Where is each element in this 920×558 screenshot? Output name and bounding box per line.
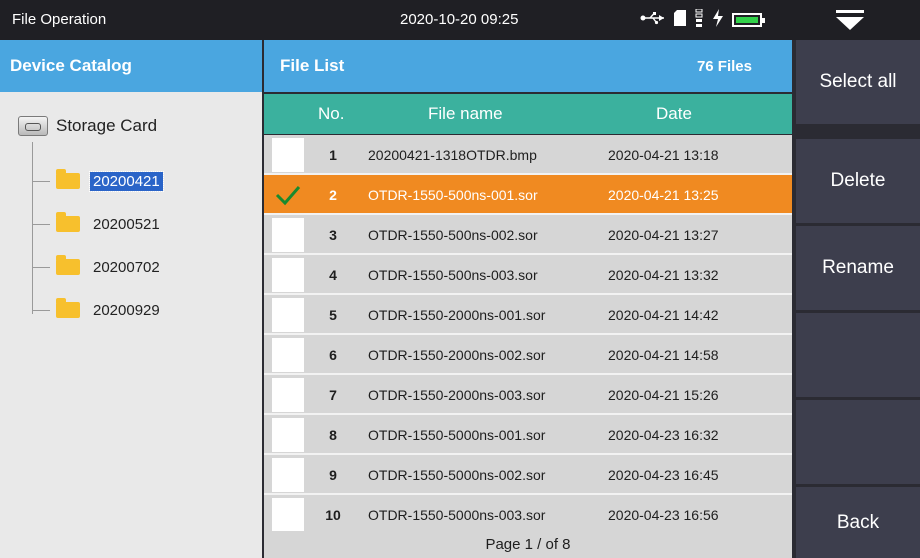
table-row[interactable]: 10 OTDR-1550-5000ns-003.sor 2020-04-23 16:… — [264, 495, 792, 535]
row-date: 2020-04-23 16:56 — [608, 507, 719, 523]
row-date: 2020-04-23 16:32 — [608, 427, 719, 443]
row-checkbox[interactable] — [272, 338, 304, 372]
rename-button[interactable]: Rename — [796, 226, 920, 310]
folder-icon — [56, 255, 80, 275]
row-number: 10 — [325, 507, 341, 523]
row-file-name: OTDR-1550-2000ns-003.sor — [368, 387, 546, 403]
row-checkbox[interactable] — [272, 458, 304, 492]
device-catalog-header: Device Catalog — [0, 40, 262, 92]
folder-icon — [56, 169, 80, 189]
row-file-name: OTDR-1550-5000ns-003.sor — [368, 507, 546, 523]
usb-icon — [640, 11, 666, 29]
row-date: 2020-04-21 14:58 — [608, 347, 719, 363]
row-number: 2 — [329, 187, 337, 203]
table-row[interactable]: 2 OTDR-1550-500ns-001.sor 2020-04-21 13:25 — [264, 175, 792, 215]
tree-root-storage-card[interactable]: Storage Card — [18, 116, 157, 136]
folder-label: 20200521 — [93, 215, 160, 233]
row-date: 2020-04-21 13:27 — [608, 227, 719, 243]
folder-icon — [56, 298, 80, 318]
datetime: 2020-10-20 09:25 — [400, 11, 519, 28]
row-file-name: OTDR-1550-5000ns-001.sor — [368, 427, 546, 443]
row-date: 2020-04-21 13:18 — [608, 147, 719, 163]
empty-button-2 — [796, 400, 920, 484]
battery-level — [736, 17, 758, 23]
row-checkbox[interactable] — [272, 378, 304, 412]
row-file-name: OTDR-1550-2000ns-001.sor — [368, 307, 546, 323]
dropdown-menu-icon[interactable] — [820, 8, 880, 32]
charging-icon — [712, 9, 724, 31]
device-catalog-tree: Storage Card 20200421 20200521 20200702 … — [0, 92, 262, 558]
folder-label: 20200929 — [93, 301, 160, 319]
checkmark-icon — [275, 186, 301, 206]
tree-branch — [32, 309, 50, 311]
delete-button[interactable]: Delete — [796, 139, 920, 223]
row-number: 7 — [329, 387, 337, 403]
battery-icon — [732, 13, 765, 27]
row-checkbox[interactable] — [272, 178, 304, 212]
row-checkbox[interactable] — [272, 218, 304, 252]
row-date: 2020-04-21 15:26 — [608, 387, 719, 403]
file-count: 76 Files — [696, 58, 752, 75]
file-table-body: 1 20200421-1318OTDR.bmp 2020-04-21 13:18 2 O… — [264, 135, 792, 535]
row-file-name: OTDR-1550-5000ns-002.sor — [368, 467, 546, 483]
storage-card-icon — [18, 116, 48, 136]
page-indicator: Page 1 / of 8 — [264, 531, 792, 558]
folder-label: 20200702 — [93, 258, 160, 276]
table-row[interactable]: 5 OTDR-1550-2000ns-001.sor 2020-04-21 14:4… — [264, 295, 792, 335]
sd-card-icon — [674, 10, 686, 30]
row-number: 1 — [329, 147, 337, 163]
table-row[interactable]: 4 OTDR-1550-500ns-003.sor 2020-04-21 13:32 — [264, 255, 792, 295]
row-number: 6 — [329, 347, 337, 363]
row-checkbox[interactable] — [272, 418, 304, 452]
row-file-name: OTDR-1550-500ns-001.sor — [368, 187, 538, 203]
tree-branch — [32, 180, 50, 182]
select-all-button[interactable]: Select all — [796, 40, 920, 124]
row-number: 3 — [329, 227, 337, 243]
empty-button-1 — [796, 313, 920, 397]
folder-item[interactable]: 20200929 — [32, 298, 163, 322]
row-number: 9 — [329, 467, 337, 483]
table-header: No. File name Date — [264, 94, 792, 134]
row-checkbox[interactable] — [272, 258, 304, 292]
app-title: File Operation — [12, 11, 107, 28]
folder-item[interactable]: 20200702 — [32, 255, 163, 279]
row-file-name: OTDR-1550-500ns-003.sor — [368, 267, 538, 283]
signal-icon — [694, 8, 704, 31]
table-row[interactable]: 3 OTDR-1550-500ns-002.sor 2020-04-21 13:27 — [264, 215, 792, 255]
file-list-header: File List 76 Files — [264, 40, 792, 92]
row-checkbox[interactable] — [272, 298, 304, 332]
folder-item[interactable]: 20200521 — [32, 212, 163, 236]
table-row[interactable]: 7 OTDR-1550-2000ns-003.sor 2020-04-21 15:2… — [264, 375, 792, 415]
storage-card-label: Storage Card — [56, 116, 158, 135]
row-file-name: 20200421-1318OTDR.bmp — [368, 147, 537, 163]
column-date: Date — [656, 104, 692, 123]
row-checkbox[interactable] — [272, 138, 304, 172]
row-number: 8 — [329, 427, 337, 443]
row-date: 2020-04-23 16:45 — [608, 467, 719, 483]
table-row[interactable]: 1 20200421-1318OTDR.bmp 2020-04-21 13:18 — [264, 135, 792, 175]
folder-icon — [56, 212, 80, 232]
row-file-name: OTDR-1550-500ns-002.sor — [368, 227, 538, 243]
folder-label: 20200421 — [89, 170, 164, 192]
file-list-title: File List — [280, 56, 345, 75]
column-file-name: File name — [428, 104, 503, 123]
row-date: 2020-04-21 14:42 — [608, 307, 719, 323]
table-row[interactable]: 9 OTDR-1550-5000ns-002.sor 2020-04-23 16:4… — [264, 455, 792, 495]
row-date: 2020-04-21 13:25 — [608, 187, 719, 203]
tree-branch — [32, 266, 50, 268]
back-button[interactable]: Back — [796, 487, 920, 558]
row-number: 5 — [329, 307, 337, 323]
row-checkbox[interactable] — [272, 498, 304, 532]
row-file-name: OTDR-1550-2000ns-002.sor — [368, 347, 546, 363]
table-row[interactable]: 8 OTDR-1550-5000ns-001.sor 2020-04-23 16:3… — [264, 415, 792, 455]
column-no: No. — [318, 104, 345, 123]
folder-item[interactable]: 20200421 — [32, 169, 164, 193]
status-icons — [640, 8, 765, 31]
row-number: 4 — [329, 267, 337, 283]
row-date: 2020-04-21 13:32 — [608, 267, 719, 283]
table-row[interactable]: 6 OTDR-1550-2000ns-002.sor 2020-04-21 14:5… — [264, 335, 792, 375]
tree-branch — [32, 223, 50, 225]
status-bar: File Operation 2020-10-20 09:25 — [0, 0, 920, 40]
